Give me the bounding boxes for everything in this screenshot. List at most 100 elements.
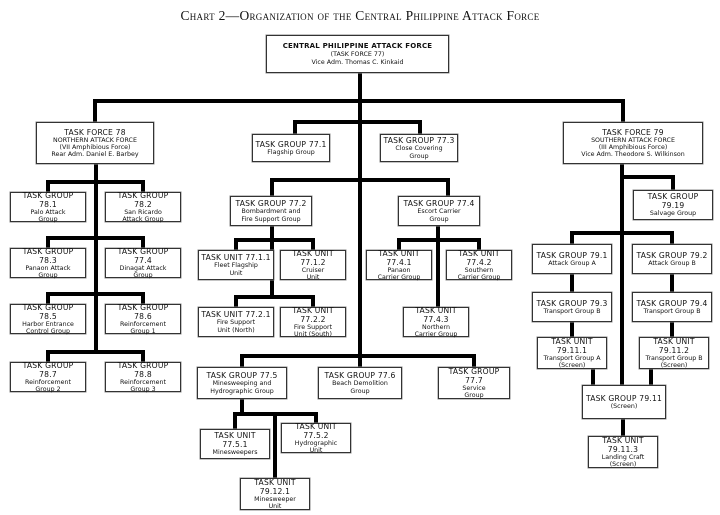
- org-box-tg77-5: TASK GROUP 77.5 Minesweeping and Hydrograp…: [197, 367, 287, 399]
- box-detail-line: Group 2: [35, 386, 61, 393]
- box-heading: TASK UNIT 77.4.1: [378, 248, 420, 267]
- box-heading: TASK FORCE 78: [64, 127, 126, 137]
- box-heading: TASK GROUP 78.2: [117, 190, 169, 209]
- box-heading: CENTRAL PHILIPPINE ATTACK FORCE: [282, 42, 433, 51]
- box-detail-line: Unit (South): [293, 331, 333, 338]
- org-box-tg77-4: TASK GROUP 77.4 Escort Carrier Group: [398, 196, 480, 226]
- box-heading: TASK UNIT 77.4.2: [458, 248, 500, 267]
- org-box-tu77-4-3: TASK UNIT 77.4.3 Northern Carrier Group: [403, 305, 469, 338]
- box-heading: TASK GROUP 77.7: [448, 366, 500, 385]
- box-detail-line: (VII Amphibious Force): [59, 143, 131, 151]
- box-detail-line: (III Amphibious Force): [598, 143, 668, 151]
- box-heading: TASK UNIT 79.11.3: [602, 435, 644, 454]
- org-box-tu77-2-1: TASK UNIT 77.2.1 Fire Support Unit (North): [198, 307, 274, 337]
- org-box-tg79-1: TASK GROUP 79.1 Attack Group A: [532, 244, 612, 274]
- org-box-tu77-5-1: TASK UNIT 77.5.1 Minesweepers: [200, 429, 270, 459]
- box-detail-line: Fire Support: [293, 323, 333, 331]
- org-box-tg78-2: TASK GROUP 78.2 San Ricardo Attack Group: [105, 190, 181, 223]
- box-detail-line: (Screen): [558, 362, 586, 369]
- box-detail-line: Vice Adm. Thomas C. Kinkaid: [311, 58, 404, 66]
- box-detail-line: Carrier Group: [414, 331, 458, 338]
- box-heading: TASK GROUP 79.4: [636, 298, 708, 308]
- org-box-tg78-5: TASK GROUP 78.5 Harbor Entrance Control Gr…: [10, 303, 86, 335]
- box-detail-line: Transport Group A: [543, 354, 601, 362]
- org-box-tg79-19: TASK GROUP 79.19 Salvage Group: [633, 190, 713, 220]
- org-box-tu79-11-3: TASK UNIT 79.11.3 Landing Craft (Screen): [588, 436, 658, 468]
- box-detail-line: Minesweepers: [212, 449, 258, 457]
- org-box-tg79-2: TASK GROUP 79.2 Attack Group B: [632, 244, 712, 274]
- org-box-tu77-4-2: TASK UNIT 77.4.2 Southern Carrier Group: [446, 248, 512, 281]
- org-box-tg78-6: TASK GROUP 78.6 Reinforcement Group 1: [105, 302, 181, 335]
- box-detail-line: NORTHERN ATTACK FORCE: [53, 136, 137, 144]
- box-detail-line: Southern: [464, 266, 494, 274]
- box-detail-line: Panaon Attack: [25, 264, 71, 272]
- box-detail-line: Minesweeping and: [212, 380, 272, 388]
- org-box-tg77-3: TASK GROUP 77.3 Close Covering Group: [380, 134, 458, 162]
- box-detail-line: Unit: [268, 503, 282, 510]
- org-box-tu79-11-2: TASK UNIT 79.11.2 Transport Group B (Scree…: [639, 337, 709, 369]
- box-detail-line: Palo Attack: [30, 208, 66, 216]
- box-heading: TASK GROUP 77.5: [206, 371, 278, 381]
- box-detail-line: Transport Group B: [643, 307, 701, 315]
- box-detail-line: Panaon: [387, 266, 411, 274]
- box-detail-line: Group: [38, 216, 58, 223]
- box-detail-line: Close Covering: [395, 145, 443, 153]
- org-box-tu79-12-1: TASK UNIT 79.12.1 Minesweeper Unit: [240, 478, 310, 510]
- box-detail-line: (Screen): [610, 402, 638, 410]
- box-heading: TASK GROUP 78.6: [117, 302, 169, 321]
- box-heading: TASK UNIT 77.1.1: [201, 253, 271, 263]
- org-box-tu77-4-1: TASK UNIT 77.4.1 Panaon Carrier Group: [366, 248, 432, 281]
- box-heading: TASK UNIT 77.5.2: [295, 421, 337, 440]
- box-detail-line: Reinforcement: [119, 320, 167, 328]
- org-box-tg77-2: TASK GROUP 77.2 Bombardment and Fire Suppo…: [230, 196, 312, 226]
- box-detail-line: Group: [133, 272, 153, 279]
- box-heading: TASK GROUP 78.1: [22, 190, 74, 209]
- org-box-tg78-3: TASK GROUP 78.3 Panaon Attack Group: [10, 246, 86, 279]
- box-heading: TASK GROUP 79.19: [647, 192, 699, 211]
- box-detail-line: Control Group: [26, 328, 70, 335]
- box-heading: TASK GROUP 79.11: [585, 393, 663, 403]
- box-heading: TASK UNIT 79.11.1: [551, 336, 593, 355]
- box-heading: TASK UNIT 79.11.2: [653, 336, 695, 355]
- box-detail-line: Attack Group B: [648, 259, 696, 267]
- box-detail-line: Group: [350, 387, 370, 395]
- box-heading: TASK UNIT 77.2.2: [292, 305, 334, 324]
- org-box-tu77-1-2: TASK UNIT 77.1.2 Cruiser Unit: [280, 249, 346, 281]
- box-detail-line: Group: [38, 272, 58, 279]
- box-detail-line: Group: [409, 152, 429, 160]
- box-detail-line: Beach Demolition: [332, 380, 388, 388]
- box-detail-line: Cruiser: [301, 266, 325, 274]
- box-heading: TASK GROUP 77.4: [117, 246, 169, 265]
- box-detail-line: Bombardment and: [241, 208, 301, 216]
- box-detail-line: Group: [464, 392, 484, 399]
- box-heading: TASK GROUP 79.1: [536, 250, 608, 260]
- box-detail-line: Hydrographic: [294, 439, 338, 447]
- org-box-tg78-7: TASK GROUP 78.7 Reinforcement Group 2: [10, 361, 86, 393]
- box-detail-line: Escort Carrier: [417, 208, 461, 216]
- box-heading: TASK GROUP 79.3: [536, 298, 608, 308]
- box-detail-line: Group: [429, 215, 449, 223]
- box-detail-line: Unit: [309, 447, 323, 454]
- box-detail-line: Dinagat Attack: [119, 264, 167, 272]
- box-detail-line: Fire Support: [216, 319, 256, 327]
- box-detail-line: Harbor Entrance: [22, 320, 74, 328]
- box-heading: TASK UNIT 77.4.3: [415, 305, 457, 324]
- org-box-tg77-7: TASK GROUP 77.7 Service Group: [438, 367, 510, 399]
- org-box-tf78: TASK FORCE 78 NORTHERN ATTACK FORCE (VII A…: [36, 122, 154, 164]
- box-detail-line: SOUTHERN ATTACK FORCE: [591, 136, 675, 144]
- org-box-tg79-11: TASK GROUP 79.11 (Screen): [582, 385, 666, 419]
- org-box-tg78-8: TASK GROUP 78.8 Reinforcement Group 3: [105, 361, 181, 393]
- box-detail-line: Transport Group B: [645, 354, 703, 362]
- org-box-tg79-4: TASK GROUP 79.4 Transport Group B: [632, 292, 712, 322]
- box-detail-line: (Screen): [660, 362, 688, 369]
- box-detail-line: Attack Group A: [548, 259, 596, 267]
- box-heading: TASK GROUP 77.4: [403, 199, 475, 209]
- org-box-tg78-1: TASK GROUP 78.1 Palo Attack Group: [10, 190, 86, 223]
- box-detail-line: Unit (North): [217, 326, 255, 334]
- box-detail-line: Landing Craft: [601, 453, 645, 461]
- org-box-tu77-1-1: TASK UNIT 77.1.1 Fleet Flagship Unit: [198, 250, 274, 280]
- box-heading: TASK GROUP 78.3: [22, 246, 74, 265]
- org-box-tf77: CENTRAL PHILIPPINE ATTACK FORCE (TASK FOR…: [266, 35, 449, 73]
- box-detail-line: Fire Support Group: [241, 215, 301, 223]
- box-detail-line: Hydrographic Group: [210, 387, 274, 395]
